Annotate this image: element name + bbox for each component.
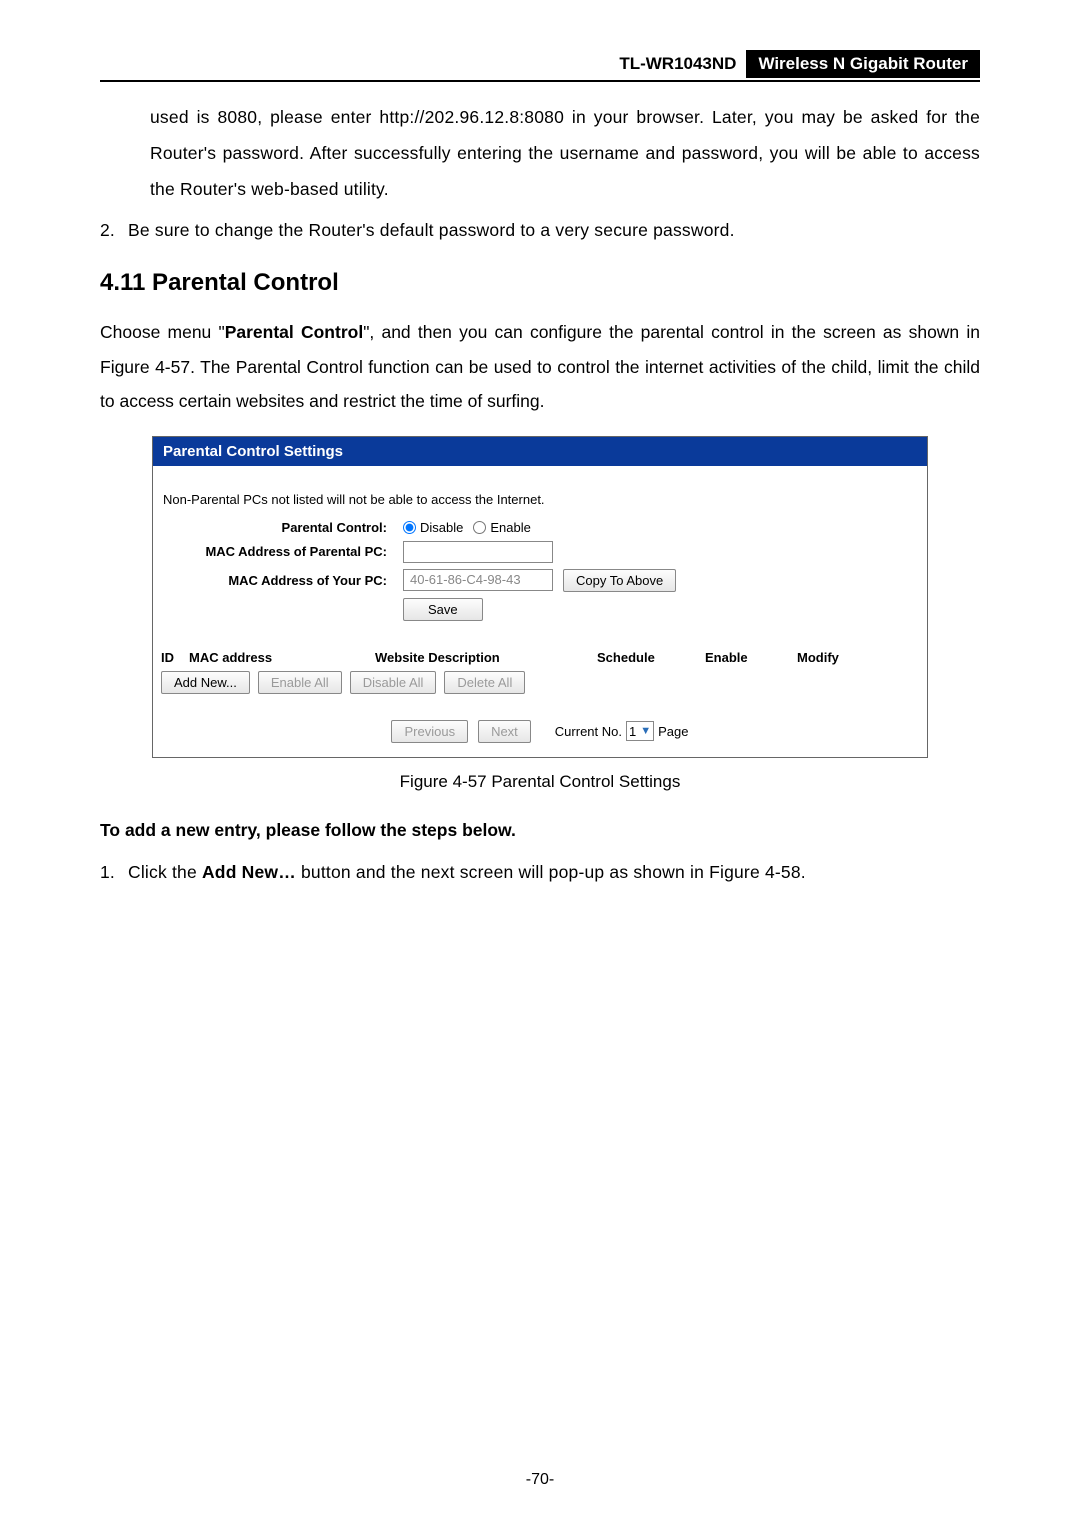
section-heading: 4.11 Parental Control: [100, 269, 980, 297]
panel-title: Parental Control Settings: [153, 437, 927, 466]
current-no-label: Current No.: [555, 724, 622, 739]
panel-note: Non-Parental PCs not listed will not be …: [153, 488, 927, 517]
radio-enable[interactable]: Enable: [473, 520, 530, 535]
step-number-1: 1.: [100, 855, 128, 891]
col-id: ID: [161, 650, 189, 665]
intro-bold: Parental Control: [225, 322, 363, 342]
label-mac-your: MAC Address of Your PC:: [163, 573, 397, 588]
page-select[interactable]: 1 ▼: [626, 721, 654, 741]
step-text-1: Click the Add New… button and the next s…: [128, 855, 980, 891]
model-number: TL-WR1043ND: [609, 50, 746, 78]
radio-enable-input[interactable]: [473, 521, 486, 534]
settings-screenshot: Parental Control Settings Non-Parental P…: [152, 436, 928, 758]
col-enable: Enable: [705, 650, 797, 665]
steps-heading: To add a new entry, please follow the st…: [100, 820, 980, 841]
page-word: Page: [658, 724, 688, 739]
label-parental-control: Parental Control:: [163, 520, 397, 535]
col-schedule: Schedule: [597, 650, 705, 665]
input-mac-your[interactable]: 40-61-86-C4-98-43: [403, 569, 553, 591]
continued-paragraph: used is 8080, please enter http://202.96…: [150, 100, 980, 208]
label-mac-parental: MAC Address of Parental PC:: [163, 544, 397, 559]
radio-enable-label: Enable: [490, 520, 530, 535]
header-bar: TL-WR1043ND Wireless N Gigabit Router: [100, 50, 980, 82]
intro-pre: Choose menu ": [100, 322, 225, 342]
enable-all-button[interactable]: Enable All: [258, 671, 342, 694]
col-mac: MAC address: [189, 650, 375, 665]
input-mac-parental[interactable]: .: [403, 541, 553, 563]
copy-to-above-button[interactable]: Copy To Above: [563, 569, 676, 592]
disable-all-button[interactable]: Disable All: [350, 671, 437, 694]
add-new-button[interactable]: Add New...: [161, 671, 250, 694]
next-button[interactable]: Next: [478, 720, 531, 743]
product-name: Wireless N Gigabit Router: [746, 50, 980, 78]
intro-paragraph: Choose menu "Parental Control", and then…: [100, 315, 980, 417]
col-desc: Website Description: [375, 650, 597, 665]
pager-label: Current No. 1 ▼ Page: [555, 721, 689, 741]
col-modify: Modify: [797, 650, 857, 665]
step1-c: button and the next screen will pop-up a…: [296, 862, 806, 882]
radio-disable[interactable]: Disable: [403, 520, 463, 535]
page-value: 1: [629, 724, 636, 739]
note-text-2: Be sure to change the Router's default p…: [128, 216, 980, 246]
delete-all-button[interactable]: Delete All: [444, 671, 525, 694]
chevron-down-icon: ▼: [640, 725, 651, 737]
previous-button[interactable]: Previous: [391, 720, 468, 743]
radio-disable-input[interactable]: [403, 521, 416, 534]
page-number: -70-: [0, 1471, 1080, 1489]
step1-a: Click the: [128, 862, 202, 882]
step1-b: Add New…: [202, 862, 296, 882]
figure-caption: Figure 4-57 Parental Control Settings: [100, 772, 980, 792]
list-number-2: 2.: [100, 216, 128, 246]
radio-disable-label: Disable: [420, 520, 463, 535]
save-button[interactable]: Save: [403, 598, 483, 621]
